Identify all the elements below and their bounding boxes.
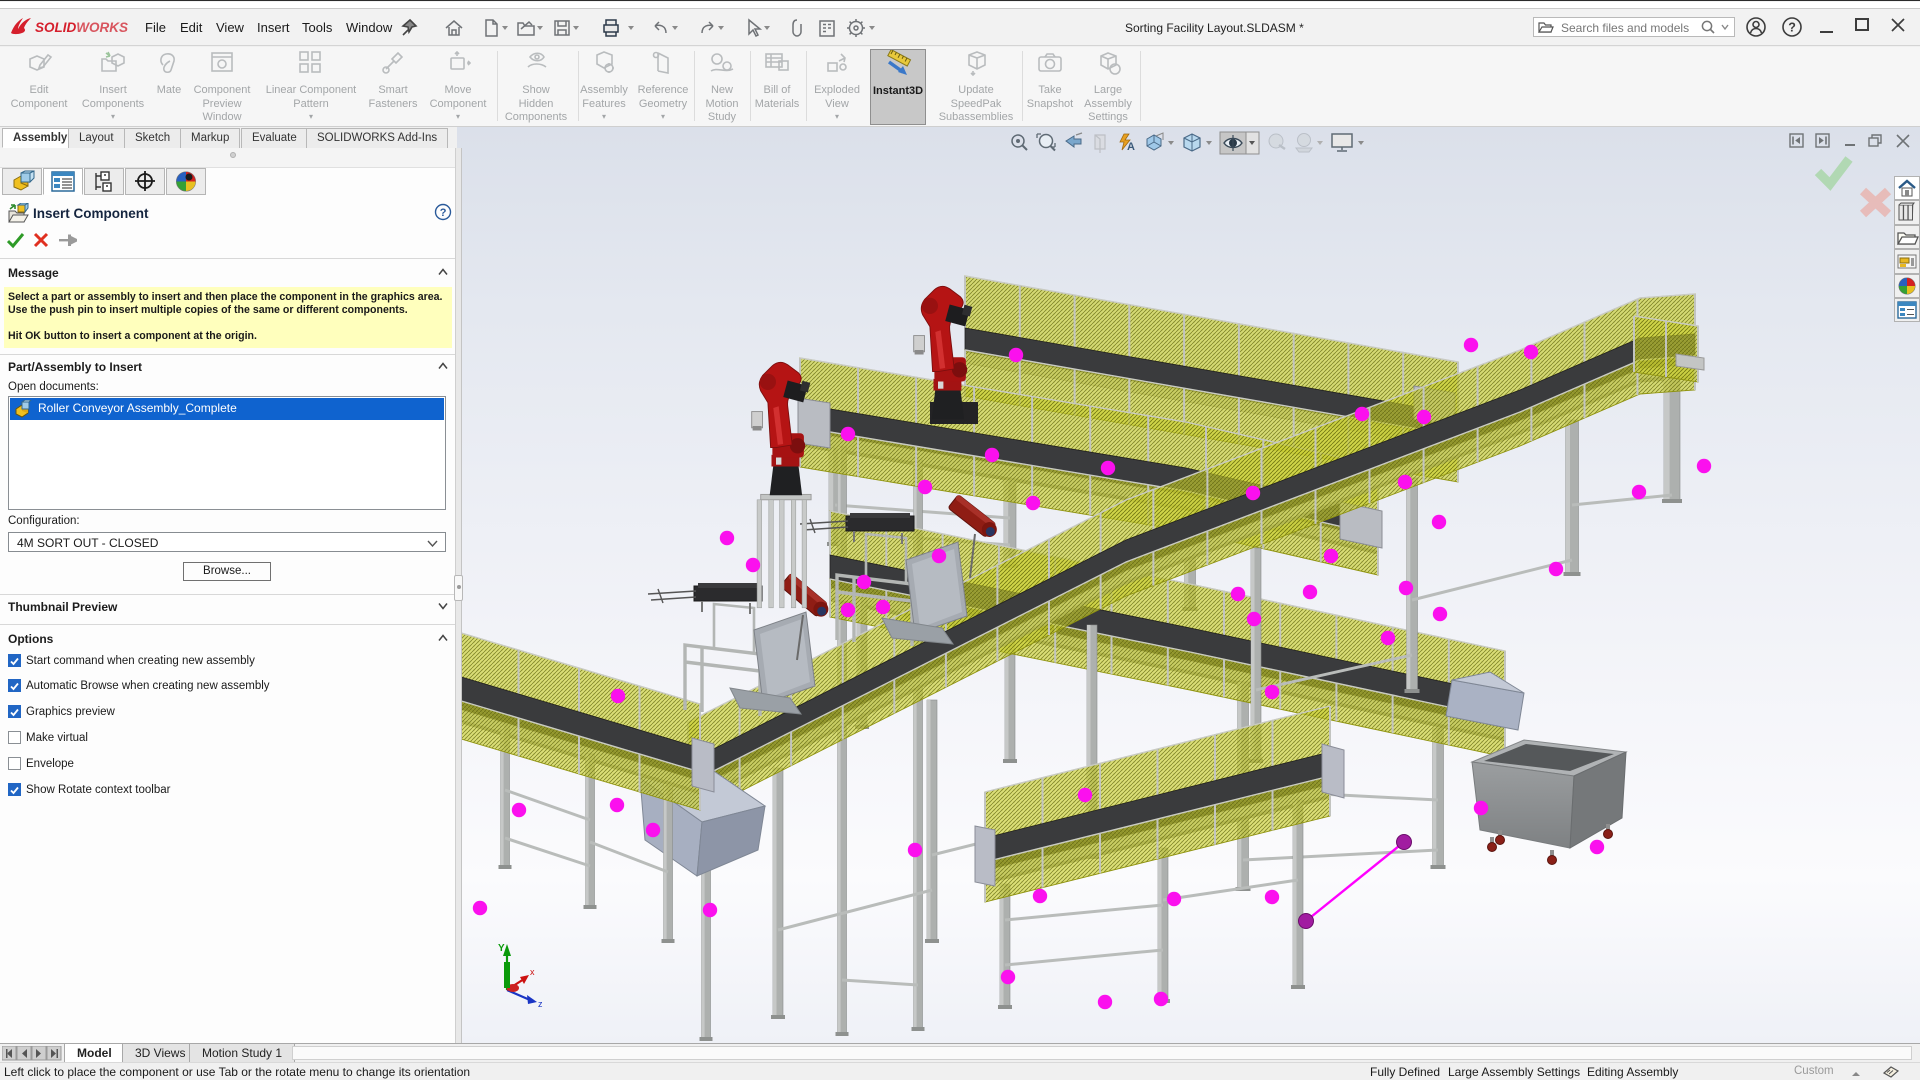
svg-text:z: z <box>538 999 543 1009</box>
svg-text:Y: Y <box>498 943 505 954</box>
svg-text:SOLIDWORKS: SOLIDWORKS <box>35 20 128 35</box>
svg-text:x: x <box>530 967 535 977</box>
svg-text:A: A <box>1127 141 1135 153</box>
svg-text:?: ? <box>1788 21 1796 35</box>
svg-text:?: ? <box>440 207 447 219</box>
